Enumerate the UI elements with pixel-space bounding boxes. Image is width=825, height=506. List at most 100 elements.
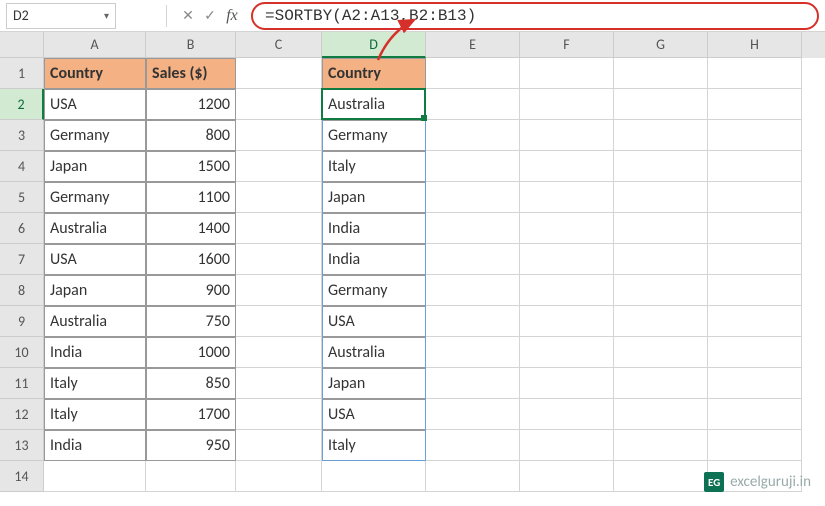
cell-E4[interactable] xyxy=(426,151,520,182)
cell-B2[interactable]: 1200 xyxy=(146,89,236,120)
cell-G8[interactable] xyxy=(614,275,708,306)
cell-H5[interactable] xyxy=(708,182,802,213)
row-header-1[interactable]: 1 xyxy=(0,58,44,89)
cell-B6[interactable]: 1400 xyxy=(146,213,236,244)
cell-D14[interactable] xyxy=(322,461,426,492)
cell-G11[interactable] xyxy=(614,368,708,399)
cell-B4[interactable]: 1500 xyxy=(146,151,236,182)
cell-D1[interactable]: Country xyxy=(322,58,426,89)
cell-C8[interactable] xyxy=(236,275,322,306)
cell-B11[interactable]: 850 xyxy=(146,368,236,399)
column-header-A[interactable]: A xyxy=(44,32,146,58)
cell-F7[interactable] xyxy=(520,244,614,275)
cell-B1[interactable]: Sales ($) xyxy=(146,58,236,89)
cell-A10[interactable]: India xyxy=(44,337,146,368)
cell-B7[interactable]: 1600 xyxy=(146,244,236,275)
cell-E9[interactable] xyxy=(426,306,520,337)
cell-D10[interactable]: Australia xyxy=(322,337,426,368)
cell-D3[interactable]: Germany xyxy=(322,120,426,151)
select-all-corner[interactable] xyxy=(0,32,44,58)
cell-G3[interactable] xyxy=(614,120,708,151)
column-header-D[interactable]: D xyxy=(322,32,426,58)
cell-F12[interactable] xyxy=(520,399,614,430)
cell-A1[interactable]: Country xyxy=(44,58,146,89)
cell-C11[interactable] xyxy=(236,368,322,399)
cell-H4[interactable] xyxy=(708,151,802,182)
cell-A3[interactable]: Germany xyxy=(44,120,146,151)
cell-H13[interactable] xyxy=(708,430,802,461)
cell-E5[interactable] xyxy=(426,182,520,213)
cell-A4[interactable]: Japan xyxy=(44,151,146,182)
cell-H9[interactable] xyxy=(708,306,802,337)
row-header-13[interactable]: 13 xyxy=(0,430,44,461)
cell-E10[interactable] xyxy=(426,337,520,368)
cell-H10[interactable] xyxy=(708,337,802,368)
row-header-12[interactable]: 12 xyxy=(0,399,44,430)
cell-C1[interactable] xyxy=(236,58,322,89)
formula-input[interactable]: =SORTBY(A2:A13,B2:B13) xyxy=(251,2,819,30)
cell-C6[interactable] xyxy=(236,213,322,244)
cell-F1[interactable] xyxy=(520,58,614,89)
cell-C4[interactable] xyxy=(236,151,322,182)
cell-C9[interactable] xyxy=(236,306,322,337)
row-header-7[interactable]: 7 xyxy=(0,244,44,275)
cell-A6[interactable]: Australia xyxy=(44,213,146,244)
cell-F10[interactable] xyxy=(520,337,614,368)
cell-E13[interactable] xyxy=(426,430,520,461)
cell-H11[interactable] xyxy=(708,368,802,399)
cell-D11[interactable]: Japan xyxy=(322,368,426,399)
cell-F14[interactable] xyxy=(520,461,614,492)
cell-B13[interactable]: 950 xyxy=(146,430,236,461)
chevron-down-icon[interactable]: ▾ xyxy=(104,9,109,22)
row-header-9[interactable]: 9 xyxy=(0,306,44,337)
accept-formula-icon[interactable]: ✓ xyxy=(199,5,221,27)
cell-H6[interactable] xyxy=(708,213,802,244)
cell-F8[interactable] xyxy=(520,275,614,306)
row-header-14[interactable]: 14 xyxy=(0,461,44,492)
row-header-11[interactable]: 11 xyxy=(0,368,44,399)
name-box[interactable]: D2 ▾ xyxy=(6,3,116,29)
cell-E14[interactable] xyxy=(426,461,520,492)
cell-D6[interactable]: India xyxy=(322,213,426,244)
cancel-formula-icon[interactable]: ✕ xyxy=(177,5,199,27)
cell-E12[interactable] xyxy=(426,399,520,430)
row-header-10[interactable]: 10 xyxy=(0,337,44,368)
cell-H3[interactable] xyxy=(708,120,802,151)
cell-B14[interactable] xyxy=(146,461,236,492)
cell-D7[interactable]: India xyxy=(322,244,426,275)
cell-C13[interactable] xyxy=(236,430,322,461)
cell-A14[interactable] xyxy=(44,461,146,492)
cell-C2[interactable] xyxy=(236,89,322,120)
cell-E7[interactable] xyxy=(426,244,520,275)
row-header-8[interactable]: 8 xyxy=(0,275,44,306)
column-header-B[interactable]: B xyxy=(146,32,236,58)
cell-E2[interactable] xyxy=(426,89,520,120)
cell-C5[interactable] xyxy=(236,182,322,213)
cell-E1[interactable] xyxy=(426,58,520,89)
row-header-6[interactable]: 6 xyxy=(0,213,44,244)
cell-F9[interactable] xyxy=(520,306,614,337)
row-header-2[interactable]: 2 xyxy=(0,89,44,120)
cell-A9[interactable]: Australia xyxy=(44,306,146,337)
cell-F13[interactable] xyxy=(520,430,614,461)
cell-G4[interactable] xyxy=(614,151,708,182)
cell-G7[interactable] xyxy=(614,244,708,275)
cell-C10[interactable] xyxy=(236,337,322,368)
cell-H12[interactable] xyxy=(708,399,802,430)
cell-G1[interactable] xyxy=(614,58,708,89)
cell-F4[interactable] xyxy=(520,151,614,182)
cell-C14[interactable] xyxy=(236,461,322,492)
cell-D9[interactable]: USA xyxy=(322,306,426,337)
cell-D13[interactable]: Italy xyxy=(322,430,426,461)
cell-E8[interactable] xyxy=(426,275,520,306)
cell-G12[interactable] xyxy=(614,399,708,430)
cell-A5[interactable]: Germany xyxy=(44,182,146,213)
cell-C7[interactable] xyxy=(236,244,322,275)
cell-D5[interactable]: Japan xyxy=(322,182,426,213)
cell-G9[interactable] xyxy=(614,306,708,337)
cell-H7[interactable] xyxy=(708,244,802,275)
cell-B10[interactable]: 1000 xyxy=(146,337,236,368)
cell-G2[interactable] xyxy=(614,89,708,120)
cell-A2[interactable]: USA xyxy=(44,89,146,120)
cell-B12[interactable]: 1700 xyxy=(146,399,236,430)
